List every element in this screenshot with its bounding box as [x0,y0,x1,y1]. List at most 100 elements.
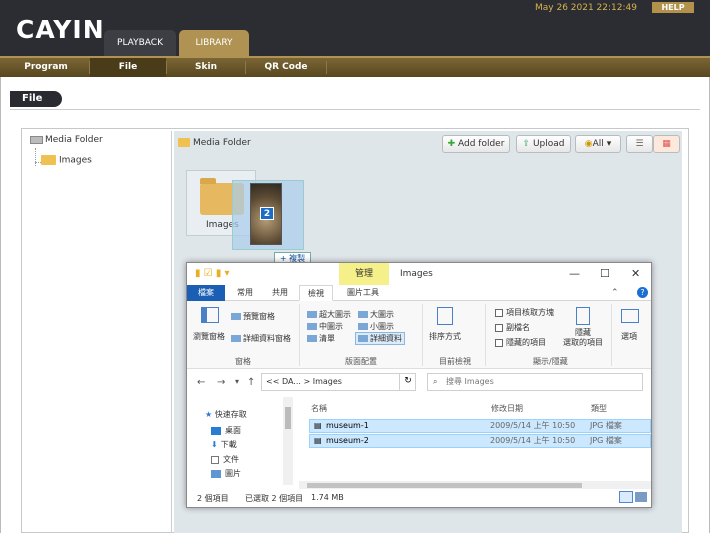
hide-selected-icon [576,307,590,325]
details-pane-button[interactable]: 詳細資料窗格 [231,333,291,344]
layout-list[interactable]: 清單 [307,333,335,344]
file-row[interactable]: ▤ museum-2 2009/5/14 上午 10:50 JPG 檔案 [309,434,651,448]
layout-icon [358,335,368,342]
preview-pane-button[interactable]: 預覽窗格 [231,311,275,322]
details-view-icon[interactable] [619,491,633,503]
checkbox[interactable] [495,308,503,317]
manage-tab[interactable]: 管理 [339,263,389,285]
upload-button[interactable]: ⇪ Upload [516,135,571,153]
add-folder-button[interactable]: ✚ Add folder [442,135,510,153]
hidden-items-toggle[interactable]: 隱藏的項目 [495,337,546,348]
subnav-skin[interactable]: Skin [167,58,245,77]
file-list: 名稱 修改日期 類型 ▤ museum-1 2009/5/14 上午 10:50… [299,397,651,487]
selected-size: 1.74 MB [311,493,344,502]
minimize-icon[interactable]: — [569,267,580,280]
tab-view[interactable]: 檢視 [299,285,333,301]
tab-share[interactable]: 共用 [263,285,297,301]
group-label: 目前檢視 [439,357,471,366]
ribbon: 瀏覽窗格 預覽窗格 詳細資料窗格 窗格 超大圖示 大圖示 中圖示 小圖示 清單 … [187,301,651,369]
tab-file[interactable]: 檔案 [187,285,225,301]
checkbox[interactable] [495,323,503,332]
help-button[interactable]: HELP [652,2,694,13]
group-label: 顯示/隱藏 [533,357,568,366]
tab-home[interactable]: 常用 [227,285,263,301]
plus-icon: ✚ [447,139,456,149]
sub-navigation: Program File Skin QR Code [0,56,710,77]
nav-item-desktop[interactable]: 桌面 [211,425,241,436]
search-box[interactable]: ⌕ 搜尋 Images [427,373,643,391]
drag-count-badge: 2 [260,207,274,220]
layout-large[interactable]: 大圖示 [358,309,394,320]
sort-by-button[interactable]: 排序方式 [429,331,461,342]
item-checkboxes-toggle[interactable]: 項目核取方塊 [495,307,554,318]
help-icon[interactable]: ? [637,287,648,298]
file-row[interactable]: ▤ museum-1 2009/5/14 上午 10:50 JPG 檔案 [309,419,651,433]
tab-playback[interactable]: PLAYBACK [104,30,176,57]
horizontal-scroll-thumb[interactable] [307,483,582,488]
list-view-button[interactable]: ☰ [626,135,653,153]
tree-root[interactable]: Media Folder [30,135,103,145]
column-name[interactable]: 名稱 [311,403,327,414]
layout-icon [307,311,317,318]
layout-icon [358,323,368,330]
subnav-file[interactable]: File [90,58,166,77]
forward-arrow-icon[interactable]: → [217,377,225,388]
list-icon: ☰ [635,139,644,149]
drive-icon [30,135,43,144]
column-date[interactable]: 修改日期 [491,403,523,414]
close-icon[interactable]: ✕ [631,267,640,280]
window-title: Images [400,269,433,279]
subnav-qrcode[interactable]: QR Code [246,58,326,77]
selected-count: 已選取 2 個項目 [245,494,304,503]
large-icons-view-icon[interactable] [635,492,647,502]
star-icon: ★ [205,410,213,419]
chevron-up-icon[interactable]: ⌃ [611,288,619,298]
details-icon [231,335,241,342]
column-type[interactable]: 類型 [591,403,607,414]
hide-selected-button[interactable]: 隱藏 選取的項目 [563,328,603,348]
extensions-toggle[interactable]: 副檔名 [495,322,530,333]
quick-access-icon[interactable]: ▮ ☑ ▮ ▾ [195,268,230,279]
nav-item-pictures[interactable]: 圖片 [211,468,241,479]
tree-item-images[interactable]: Images [41,155,92,166]
address-bar[interactable]: << DA... > Images [261,373,416,391]
back-arrow-icon[interactable]: ← [197,377,205,388]
nav-item-quick-access[interactable]: ★ 快速存取 [205,409,247,420]
group-label: 版面配置 [345,357,377,366]
folder-icon [178,138,190,147]
options-button[interactable]: 選項 [621,331,637,342]
tab-picture-tools[interactable]: 圖片工具 [335,285,391,301]
nav-pane-button[interactable]: 瀏覽窗格 [193,331,225,342]
layout-small[interactable]: 小圖示 [358,321,394,332]
layout-medium[interactable]: 中圖示 [307,321,343,332]
tab-library[interactable]: LIBRARY [179,30,249,57]
filter-icon: ◉ [584,139,593,149]
file-icon: ▤ [314,421,322,430]
nav-item-documents[interactable]: 文件 [211,454,239,465]
layout-extra-large[interactable]: 超大圖示 [307,309,351,320]
datetime: May 26 2021 22:12:49 [535,3,637,13]
nav-item-downloads[interactable]: ⬇ 下載 [211,439,237,450]
subnav-program[interactable]: Program [0,58,92,77]
grid-view-button[interactable]: ▦ [653,135,680,153]
options-icon [621,309,639,323]
explorer-titlebar: ▮ ☑ ▮ ▾ 管理 Images — ☐ ✕ [187,263,651,285]
item-count: 2 個項目 [197,494,229,503]
grid-icon: ▦ [662,139,671,149]
nav-pane-icon [201,307,219,323]
cayin-logo: CAYIN [16,15,105,44]
content-header: Media Folder [178,138,251,148]
checkbox[interactable] [495,338,503,347]
section-title: File [10,91,62,107]
pictures-icon [211,469,221,478]
preview-icon [231,313,241,320]
download-icon: ⬇ [211,440,218,449]
refresh-icon[interactable]: ↻ [399,373,416,391]
tree-connector [35,148,36,166]
layout-details[interactable]: 詳細資料 [355,332,405,345]
recent-dropdown-icon[interactable]: ▾ [235,377,239,386]
up-arrow-icon[interactable]: ↑ [247,377,255,388]
nav-scroll-thumb[interactable] [285,407,291,429]
maximize-icon[interactable]: ☐ [600,267,610,280]
filter-dropdown[interactable]: ◉All ▾ [575,135,621,153]
